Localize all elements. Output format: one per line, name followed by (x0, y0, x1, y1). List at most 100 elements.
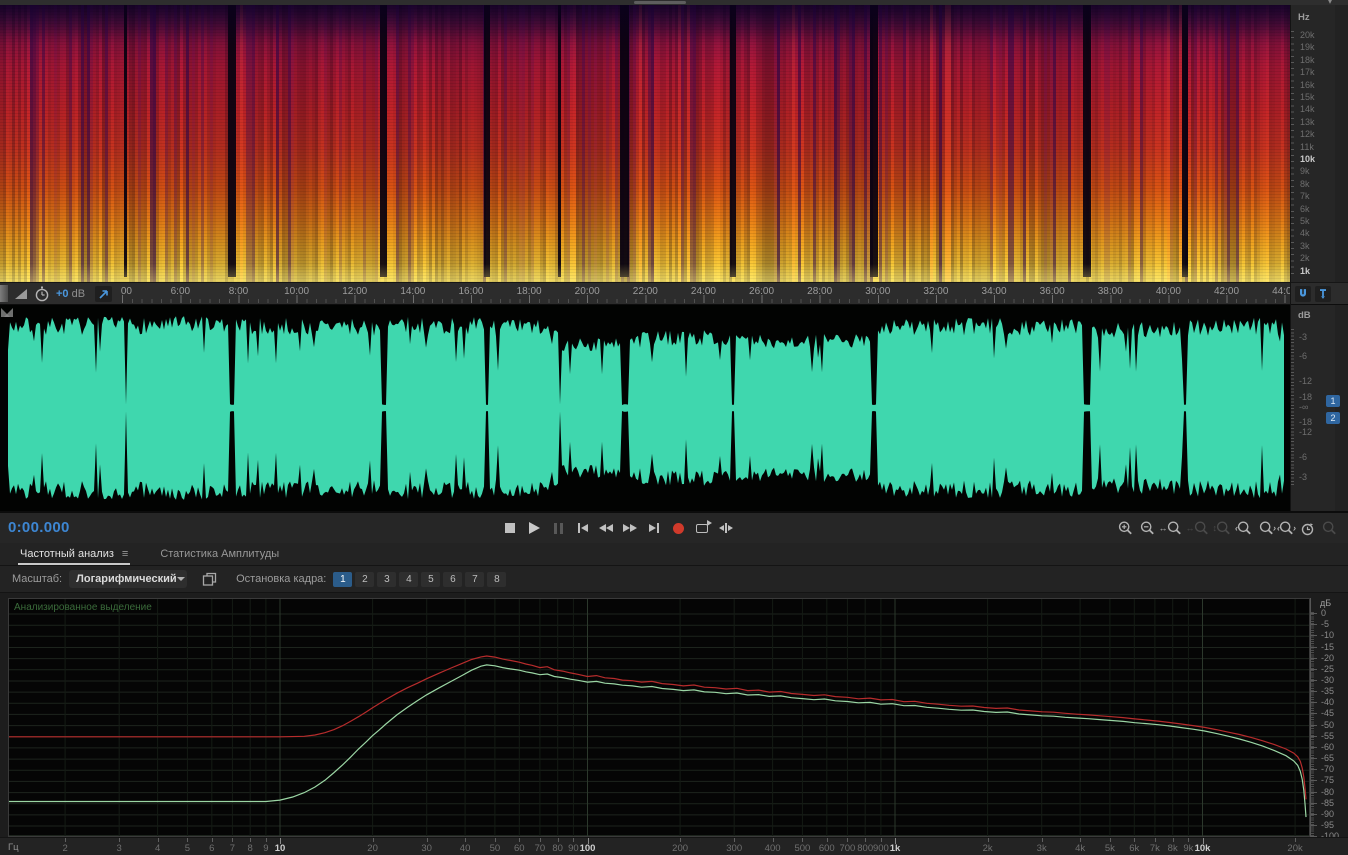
zoom-selection-button[interactable]: ‹ › (1277, 519, 1296, 537)
channel-badge[interactable]: 2 (1326, 412, 1340, 424)
waveform-view[interactable] (0, 305, 1290, 511)
zoom-out-time-button[interactable]: ↔ (1186, 519, 1210, 537)
splitter-handle-icon[interactable] (0, 285, 8, 302)
hold-button-3[interactable]: 3 (377, 571, 397, 587)
db-tick-label: -30 (1321, 675, 1335, 685)
frequency-tick (539, 838, 541, 842)
zoom-in-time-button[interactable]: ↔ (1159, 519, 1183, 537)
frequency-tick-label: 20k (1300, 30, 1315, 40)
skip-to-start-button[interactable] (575, 519, 589, 537)
frequency-tick (880, 838, 882, 842)
clock-icon[interactable] (34, 286, 50, 302)
db-tick (1311, 780, 1317, 782)
snap-button[interactable] (1295, 285, 1311, 302)
skip-to-end-button[interactable] (647, 519, 661, 537)
frequency-scale[interactable]: Hz 20k 19k 18k 17k 16k 15k 14k 13k 12k 11k 10k 9k 8k… (1291, 5, 1348, 282)
bar-icon (725, 523, 727, 533)
vertical-scrollbar-wave[interactable] (1335, 305, 1348, 511)
volume-ramp-icon[interactable] (14, 286, 28, 301)
hold-button-8[interactable]: 8 (487, 571, 507, 587)
frequency-tick (187, 838, 189, 842)
restore-default-zoom-button[interactable] (1299, 519, 1316, 537)
navigator-handle[interactable] (634, 1, 686, 4)
timeline-label: 42:00 (1214, 286, 1240, 297)
frequency-tick (734, 838, 736, 842)
timeline-label: 40:00 (1155, 286, 1181, 297)
amplitude-tick-label: -18 (1299, 392, 1313, 402)
frequency-axis-label: 9k (1183, 843, 1194, 854)
vertical-scrollbar[interactable] (1335, 5, 1348, 282)
frequency-axis-label: 7k (1149, 843, 1160, 854)
frequency-axis-label: 80 (552, 843, 563, 854)
playhead-time[interactable]: 0:00.000 (8, 519, 70, 536)
amplitude-tick-label: -6 (1299, 452, 1308, 462)
skip-selection-button[interactable] (719, 519, 733, 537)
frequency-plot[interactable]: Анализированное выделение (8, 598, 1310, 837)
hold-button-7[interactable]: 7 (465, 571, 485, 587)
zoom-selection-right-button[interactable]: › (1258, 519, 1276, 537)
hold-button-2[interactable]: 2 (355, 571, 375, 587)
pause-button[interactable] (551, 519, 565, 537)
triangle-right-icon (648, 524, 656, 532)
copy-graph-button[interactable] (202, 572, 217, 587)
marker-button[interactable] (1315, 285, 1331, 302)
timeline-ruler[interactable]: 4:00 6:00 8:00 10:00 12:00 14:00 16:00 18:00 20:… (0, 282, 1297, 305)
frequency-tick-label: 2k (1300, 253, 1310, 264)
frequency-axis-label: 30 (421, 843, 432, 854)
triangle-left-icon (606, 524, 613, 532)
loop-playback-button[interactable] (695, 519, 712, 537)
triangle-left-icon (599, 524, 606, 532)
fast-forward-button[interactable] (623, 519, 637, 537)
amplitude-tick-label: -∞ (1299, 402, 1309, 412)
zoom-full-button[interactable] (1321, 519, 1338, 537)
timeline-label: 34:00 (981, 286, 1007, 297)
frequency-axis-label: 4 (154, 843, 161, 854)
waveform-canvas (8, 316, 1284, 500)
timeline-label: 12:00 (342, 286, 368, 297)
tab-amplitude-statistics[interactable]: Статистика Амплитуды (158, 545, 281, 565)
pin-button[interactable] (95, 285, 113, 302)
hold-button-6[interactable]: 6 (443, 571, 463, 587)
envelope-corner-right-icon[interactable] (0, 307, 11, 318)
hold-buttons: 12345678 (333, 571, 507, 587)
panel-menu-icon[interactable]: ≡ (122, 548, 128, 560)
zoom-selection-left-button[interactable]: ‹ (1235, 519, 1253, 537)
scale-label: Масштаб: (12, 573, 63, 585)
db-tick (1311, 702, 1317, 704)
frequency-analysis-panel: Анализированное выделение дБ 0 -5 -10 -15 -2… (0, 593, 1348, 841)
scale-dropdown[interactable]: Логарифмический (69, 570, 188, 588)
frequency-tick (847, 838, 849, 842)
timeline-label: 22:00 (632, 286, 658, 297)
rewind-button[interactable] (599, 519, 613, 537)
amplitude-scale[interactable]: dB -3 -6 -12 -18 -∞ -18 -12 -6 -3 12 (1291, 305, 1348, 511)
frequency-axis-label: 8 (247, 843, 253, 854)
frequency-axis-label: 2k (982, 843, 993, 854)
frequency-axis-label: 10 (274, 843, 286, 854)
hold-button-5[interactable]: 5 (421, 571, 441, 587)
zoom-out-button[interactable] (1139, 519, 1156, 537)
amplitude-tick-label: -3 (1299, 332, 1308, 342)
magnifier-braces: › (1293, 522, 1296, 533)
frequency-axis-label: 4k (1075, 843, 1086, 854)
spectrogram-view[interactable] (0, 5, 1290, 282)
db-tick-label: -65 (1321, 753, 1335, 764)
zoom-amplitude-button[interactable]: ↕ (1213, 519, 1233, 537)
play-button[interactable] (527, 519, 541, 537)
frequency-tick-label: 16k (1300, 79, 1315, 90)
tab-frequency-analysis[interactable]: Частотный анализ ≡ (18, 545, 131, 565)
zoom-in-button[interactable] (1117, 519, 1134, 537)
frequency-plot-canvas (9, 599, 1309, 836)
frequency-tick (372, 838, 374, 842)
db-tick-label: -45 (1321, 708, 1335, 719)
frequency-axis-label: 3k (1036, 843, 1047, 854)
frequency-tick (1188, 838, 1190, 842)
gain-readout[interactable]: +0 dB (56, 288, 85, 300)
hud-controls: +0 dB (0, 283, 121, 304)
record-button[interactable] (671, 519, 685, 537)
hold-button-1[interactable]: 1 (333, 571, 353, 587)
frequency-tick (494, 838, 496, 842)
stop-button[interactable] (503, 519, 517, 537)
stop-icon (505, 523, 515, 533)
channel-badge[interactable]: 1 (1326, 395, 1340, 407)
hold-button-4[interactable]: 4 (399, 571, 419, 587)
